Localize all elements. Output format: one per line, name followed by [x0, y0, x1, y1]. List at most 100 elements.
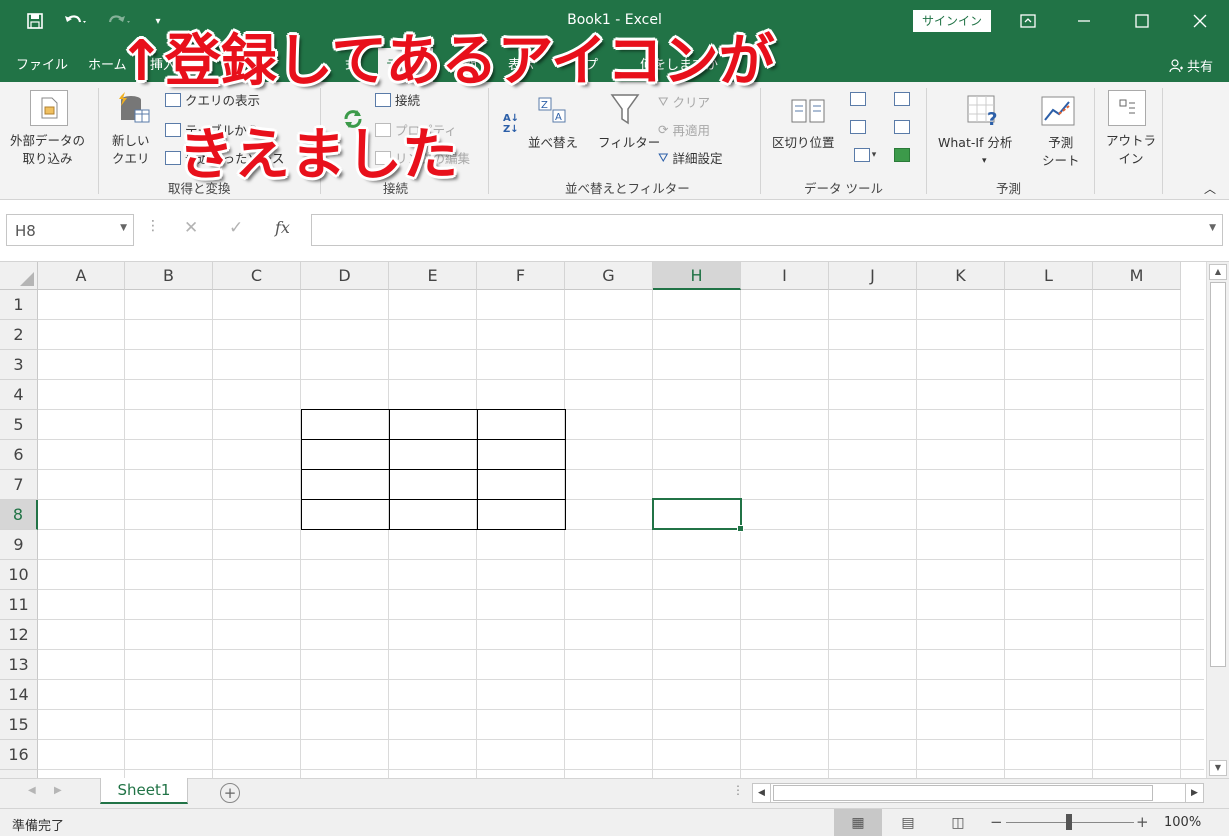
cancel-icon[interactable]: ✕: [184, 218, 198, 238]
filter-button[interactable]: フィルター: [598, 134, 660, 152]
row-header[interactable]: 1: [0, 290, 38, 320]
column-header[interactable]: M: [1093, 262, 1181, 290]
row-header[interactable]: 16: [0, 740, 38, 770]
signin-button[interactable]: サインイン: [913, 10, 991, 32]
column-header[interactable]: K: [917, 262, 1005, 290]
text-to-columns-icon[interactable]: [790, 94, 826, 128]
row-header[interactable]: 4: [0, 380, 38, 410]
minimize-icon[interactable]: [1064, 8, 1104, 34]
outline-icon[interactable]: [1108, 90, 1146, 126]
data-validation-icon[interactable]: ▾: [848, 146, 882, 164]
advanced-filter-button[interactable]: ⛛ 詳細設定: [658, 148, 723, 167]
zoom-out-icon[interactable]: −: [990, 813, 1003, 831]
bordered-cell[interactable]: [477, 499, 566, 530]
row-header[interactable]: 3: [0, 350, 38, 380]
column-header[interactable]: I: [741, 262, 829, 290]
horizontal-scrollbar[interactable]: ◀ ▶: [752, 783, 1204, 803]
column-header[interactable]: D: [301, 262, 389, 290]
row-header[interactable]: 15: [0, 710, 38, 740]
outline-button[interactable]: アウトラ イン: [1106, 132, 1156, 168]
reapply-button[interactable]: ⟳ 再適用: [658, 120, 710, 139]
scroll-down-icon[interactable]: ▼: [1209, 760, 1227, 776]
page-break-preview-icon[interactable]: ◫: [934, 809, 982, 836]
column-header[interactable]: L: [1005, 262, 1093, 290]
forecast-sheet-icon[interactable]: [1040, 94, 1076, 128]
prev-sheet-icon[interactable]: ◀: [28, 785, 36, 796]
what-if-button[interactable]: What-If 分析: [938, 134, 1012, 152]
bordered-cell[interactable]: [301, 409, 390, 440]
scroll-up-icon[interactable]: ▲: [1209, 264, 1227, 280]
active-cell[interactable]: [652, 498, 744, 532]
bordered-cell[interactable]: [301, 469, 390, 500]
worksheet-grid[interactable]: ABCDEFGHIJKLM1234567891011121314151617: [0, 262, 1229, 778]
zoom-level[interactable]: 100%: [1164, 815, 1201, 830]
new-query-icon[interactable]: [114, 90, 154, 130]
row-header[interactable]: 10: [0, 560, 38, 590]
bordered-cell[interactable]: [301, 439, 390, 470]
sort-button[interactable]: 並べ替え: [528, 134, 578, 152]
column-header[interactable]: J: [829, 262, 917, 290]
close-icon[interactable]: [1180, 8, 1220, 34]
remove-duplicates-icon[interactable]: [848, 118, 868, 136]
collapse-ribbon-icon[interactable]: ︿: [1204, 180, 1216, 198]
column-header[interactable]: H: [653, 262, 741, 290]
tab-split-handle-icon[interactable]: ⋮: [732, 783, 744, 797]
consolidate-icon[interactable]: [892, 90, 912, 108]
tab-file[interactable]: ファイル: [16, 54, 68, 73]
text-to-columns-button[interactable]: 区切り位置: [772, 134, 835, 152]
data-model-icon[interactable]: [892, 146, 912, 164]
new-query-button[interactable]: 新しい クエリ: [112, 132, 150, 168]
bordered-cell[interactable]: [389, 469, 478, 500]
row-header[interactable]: 11: [0, 590, 38, 620]
insert-function-icon[interactable]: fx: [275, 218, 290, 237]
bordered-cell[interactable]: [389, 409, 478, 440]
external-data-button[interactable]: 外部データの 取り込み: [10, 132, 85, 168]
expand-formula-bar-icon[interactable]: ▼: [1209, 223, 1216, 233]
row-header[interactable]: 12: [0, 620, 38, 650]
column-header[interactable]: F: [477, 262, 565, 290]
maximize-icon[interactable]: [1122, 8, 1162, 34]
name-box-dropdown-icon[interactable]: ▼: [120, 223, 127, 233]
bordered-cell[interactable]: [477, 439, 566, 470]
column-header[interactable]: B: [125, 262, 213, 290]
name-box[interactable]: H8 ▼: [6, 214, 134, 246]
sort-icon[interactable]: ZA: [536, 94, 570, 128]
share-button[interactable]: 共有: [1169, 56, 1213, 75]
ribbon-display-options-icon[interactable]: [1008, 8, 1048, 34]
enter-icon[interactable]: ✓: [229, 218, 243, 238]
page-layout-view-icon[interactable]: ▤: [884, 809, 932, 836]
scroll-right-icon[interactable]: ▶: [1185, 784, 1203, 802]
filter-icon[interactable]: [608, 92, 642, 128]
zoom-slider-thumb[interactable]: [1066, 814, 1072, 830]
bordered-cell[interactable]: [389, 439, 478, 470]
row-header[interactable]: 2: [0, 320, 38, 350]
add-sheet-icon[interactable]: +: [220, 783, 240, 803]
row-header[interactable]: 6: [0, 440, 38, 470]
sheet-tab[interactable]: Sheet1: [100, 778, 188, 804]
external-data-icon[interactable]: [30, 90, 68, 126]
column-header[interactable]: C: [213, 262, 301, 290]
sort-az-icon[interactable]: A↓ Z↓: [500, 96, 522, 152]
zoom-in-icon[interactable]: +: [1136, 813, 1149, 831]
column-header[interactable]: G: [565, 262, 653, 290]
what-if-dropdown-icon[interactable]: ▾: [982, 152, 987, 170]
next-sheet-icon[interactable]: ▶: [54, 785, 62, 796]
bordered-cell[interactable]: [389, 499, 478, 530]
select-all-button[interactable]: [0, 262, 38, 290]
row-header[interactable]: 17: [0, 770, 38, 778]
row-header[interactable]: 9: [0, 530, 38, 560]
formula-input[interactable]: ▼: [311, 214, 1223, 246]
flash-fill-icon[interactable]: [848, 90, 868, 108]
row-header[interactable]: 5: [0, 410, 38, 440]
horizontal-scroll-thumb[interactable]: [773, 785, 1153, 801]
column-header[interactable]: A: [38, 262, 125, 290]
clear-filter-button[interactable]: ⛛ クリア: [658, 92, 710, 111]
row-header[interactable]: 8: [0, 500, 38, 530]
bordered-cell[interactable]: [477, 469, 566, 500]
vertical-scroll-thumb[interactable]: [1210, 282, 1226, 667]
normal-view-icon[interactable]: ▦: [834, 809, 882, 836]
bordered-cell[interactable]: [477, 409, 566, 440]
column-header[interactable]: E: [389, 262, 477, 290]
what-if-icon[interactable]: ?: [966, 94, 1002, 128]
forecast-sheet-button[interactable]: 予測 シート: [1042, 134, 1080, 170]
